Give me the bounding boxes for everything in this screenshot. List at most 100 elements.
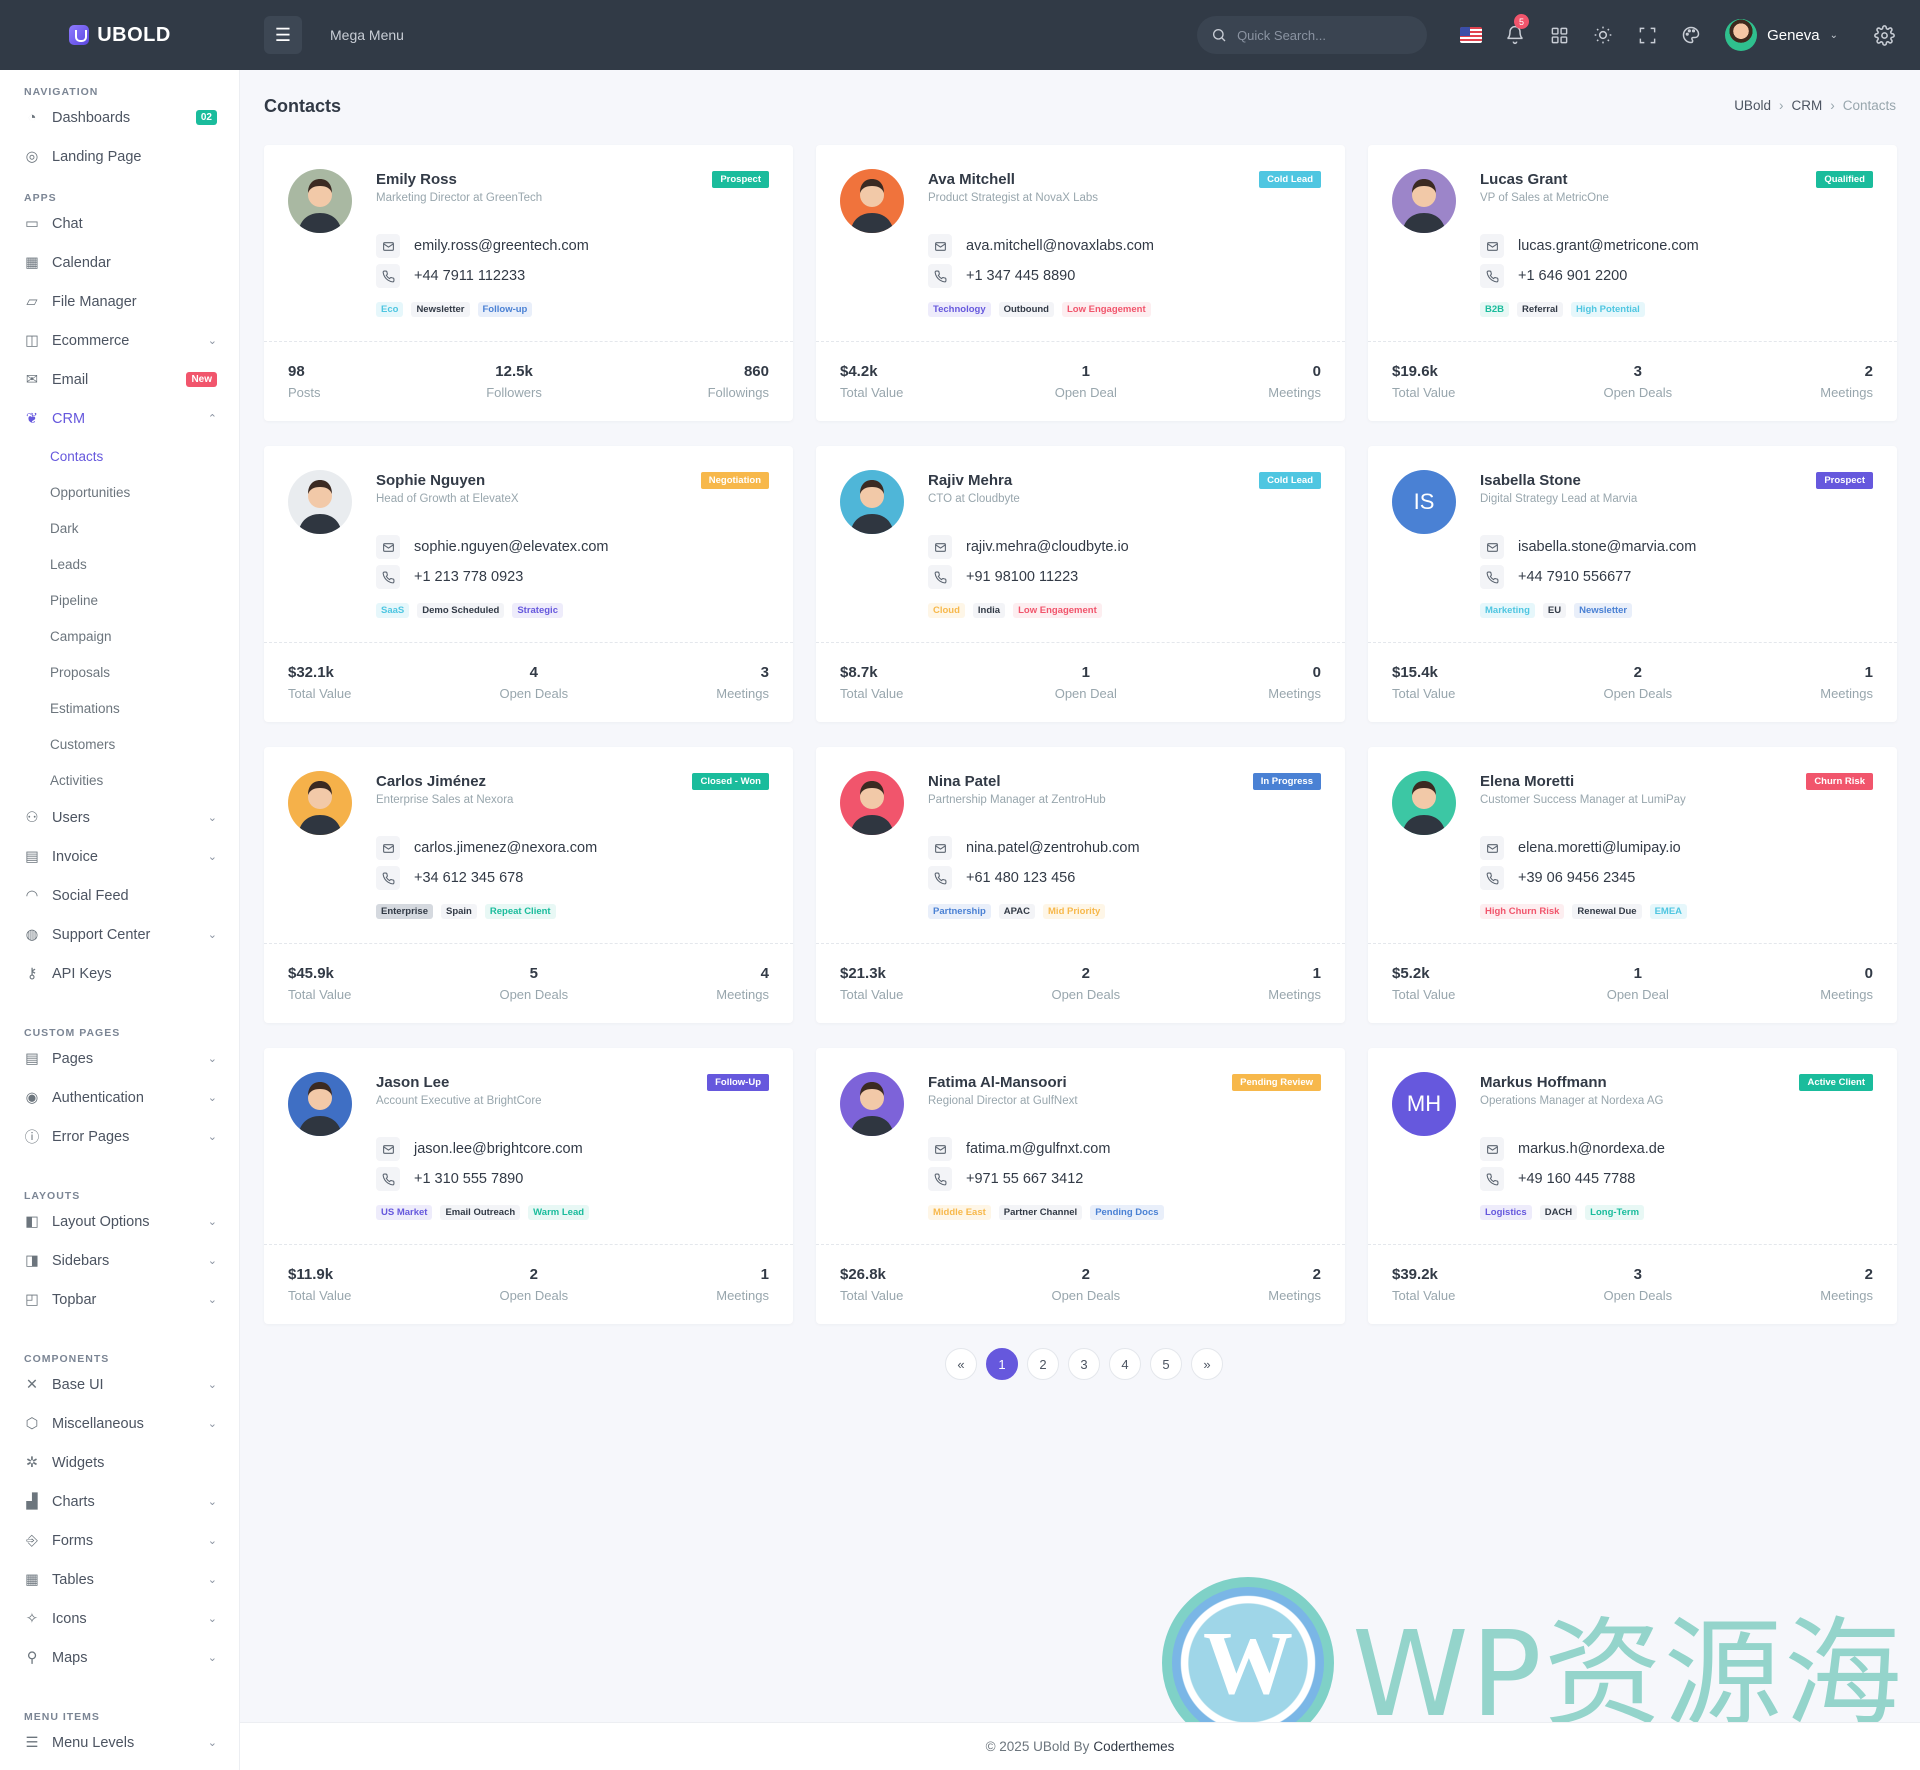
apps-button[interactable] xyxy=(1537,0,1581,70)
search-input[interactable] xyxy=(1237,27,1408,43)
contact-name[interactable]: Jason Lee xyxy=(376,1074,449,1091)
contact-name[interactable]: Isabella Stone xyxy=(1480,472,1581,489)
pagination-prev-button[interactable]: « xyxy=(945,1348,977,1380)
contact-email[interactable]: elena.moretti@lumipay.io xyxy=(1518,840,1681,856)
crm-subitem-pipeline[interactable]: Pipeline xyxy=(0,582,239,618)
sidebar-item-invoice[interactable]: ▤ Invoice ⌄ xyxy=(0,837,239,876)
contact-avatar[interactable] xyxy=(288,1072,352,1136)
contact-phone[interactable]: +44 7911 112233 xyxy=(414,268,525,284)
contact-avatar[interactable] xyxy=(840,771,904,835)
contact-email[interactable]: rajiv.mehra@cloudbyte.io xyxy=(966,539,1129,555)
sidebar-item-forms[interactable]: ⎆ Forms ⌄ xyxy=(0,1521,239,1560)
contact-email[interactable]: ava.mitchell@novaxlabs.com xyxy=(966,238,1154,254)
contact-email[interactable]: nina.patel@zentrohub.com xyxy=(966,840,1140,856)
contact-email[interactable]: carlos.jimenez@nexora.com xyxy=(414,840,597,856)
contact-email[interactable]: markus.h@nordexa.de xyxy=(1518,1141,1665,1157)
sidebar-item-chat[interactable]: ▭ Chat xyxy=(0,204,239,243)
crm-subitem-contacts[interactable]: Contacts xyxy=(0,438,239,474)
contact-phone[interactable]: +91 98100 11223 xyxy=(966,569,1078,585)
sidebar-item-layout-options[interactable]: ◧ Layout Options ⌄ xyxy=(0,1202,239,1241)
contact-name[interactable]: Emily Ross xyxy=(376,171,457,188)
crm-subitem-opportunities[interactable]: Opportunities xyxy=(0,474,239,510)
contact-phone[interactable]: +39 06 9456 2345 xyxy=(1518,870,1635,886)
palette-button[interactable] xyxy=(1669,0,1713,70)
sidebar-item-charts[interactable]: ▟ Charts ⌄ xyxy=(0,1482,239,1521)
contact-avatar[interactable] xyxy=(840,169,904,233)
contact-avatar[interactable]: MH xyxy=(1392,1072,1456,1136)
crm-subitem-leads[interactable]: Leads xyxy=(0,546,239,582)
fullscreen-button[interactable] xyxy=(1625,0,1669,70)
breadcrumb-crm[interactable]: CRM xyxy=(1791,98,1822,113)
sidebar-item-sidebars[interactable]: ◨ Sidebars ⌄ xyxy=(0,1241,239,1280)
contact-phone[interactable]: +1 213 778 0923 xyxy=(414,569,523,585)
contact-avatar[interactable] xyxy=(840,1072,904,1136)
sidebar-item-maps[interactable]: ⚲ Maps ⌄ xyxy=(0,1638,239,1677)
pagination-page-5[interactable]: 5 xyxy=(1150,1348,1182,1380)
sidebar-item-users[interactable]: ⚇ Users ⌄ xyxy=(0,798,239,837)
contact-name[interactable]: Fatima Al-Mansoori xyxy=(928,1074,1067,1091)
contact-phone[interactable]: +44 7910 556677 xyxy=(1518,569,1631,585)
contact-name[interactable]: Elena Moretti xyxy=(1480,773,1574,790)
contact-phone[interactable]: +1 347 445 8890 xyxy=(966,268,1075,284)
sidebar-item-pages[interactable]: ▤ Pages ⌄ xyxy=(0,1039,239,1078)
footer-author-link[interactable]: Coderthemes xyxy=(1093,1739,1174,1754)
contact-name[interactable]: Nina Patel xyxy=(928,773,1001,790)
contact-name[interactable]: Lucas Grant xyxy=(1480,171,1568,188)
contact-name[interactable]: Ava Mitchell xyxy=(928,171,1015,188)
contact-phone[interactable]: +1 646 901 2200 xyxy=(1518,268,1627,284)
crm-subitem-proposals[interactable]: Proposals xyxy=(0,654,239,690)
crm-subitem-customers[interactable]: Customers xyxy=(0,726,239,762)
pagination-page-1[interactable]: 1 xyxy=(986,1348,1018,1380)
sidebar-item-base-ui[interactable]: ✕ Base UI ⌄ xyxy=(0,1365,239,1404)
contact-name[interactable]: Sophie Nguyen xyxy=(376,472,485,489)
contact-phone[interactable]: +49 160 445 7788 xyxy=(1518,1171,1635,1187)
settings-button[interactable] xyxy=(1862,0,1906,70)
crm-subitem-estimations[interactable]: Estimations xyxy=(0,690,239,726)
sidebar-item-ecommerce[interactable]: ◫ Ecommerce ⌄ xyxy=(0,321,239,360)
contact-email[interactable]: jason.lee@brightcore.com xyxy=(414,1141,583,1157)
contact-avatar[interactable] xyxy=(288,771,352,835)
contact-name[interactable]: Markus Hoffmann xyxy=(1480,1074,1607,1091)
breadcrumb-ubold[interactable]: UBold xyxy=(1734,98,1771,113)
menu-toggle-button[interactable]: ☰ xyxy=(264,16,302,54)
pagination-page-3[interactable]: 3 xyxy=(1068,1348,1100,1380)
pagination-page-4[interactable]: 4 xyxy=(1109,1348,1141,1380)
contact-email[interactable]: lucas.grant@metricone.com xyxy=(1518,238,1699,254)
brand-logo[interactable]: UBOLD xyxy=(0,0,240,70)
sidebar-item-menu-levels[interactable]: ☰ Menu Levels ⌄ xyxy=(0,1723,239,1762)
contact-phone[interactable]: +34 612 345 678 xyxy=(414,870,523,886)
contact-avatar[interactable] xyxy=(288,169,352,233)
contact-name[interactable]: Carlos Jiménez xyxy=(376,773,486,790)
sidebar-item-social-feed[interactable]: ◠ Social Feed xyxy=(0,876,239,915)
language-selector[interactable] xyxy=(1449,0,1493,70)
sidebar-item-support-center[interactable]: ◍ Support Center ⌄ xyxy=(0,915,239,954)
sidebar-item-tables[interactable]: ▦ Tables ⌄ xyxy=(0,1560,239,1599)
contact-avatar[interactable] xyxy=(840,470,904,534)
contact-email[interactable]: fatima.m@gulfnxt.com xyxy=(966,1141,1110,1157)
contact-phone[interactable]: +1 310 555 7890 xyxy=(414,1171,523,1187)
sidebar-item-crm[interactable]: ❦ CRM ⌃ xyxy=(0,399,239,438)
contact-avatar[interactable]: IS xyxy=(1392,470,1456,534)
contact-email[interactable]: isabella.stone@marvia.com xyxy=(1518,539,1696,555)
sidebar-item-file-manager[interactable]: ▱ File Manager xyxy=(0,282,239,321)
user-menu[interactable]: Geneva ⌄ xyxy=(1725,19,1838,51)
notifications-button[interactable]: 5 xyxy=(1493,0,1537,70)
theme-toggle-button[interactable] xyxy=(1581,0,1625,70)
contact-avatar[interactable] xyxy=(1392,169,1456,233)
sidebar-item-dashboards[interactable]: ◔ Dashboards 02 xyxy=(0,98,239,137)
sidebar-item-calendar[interactable]: ▦ Calendar xyxy=(0,243,239,282)
crm-subitem-dark[interactable]: Dark xyxy=(0,510,239,546)
sidebar-item-api-keys[interactable]: ⚷ API Keys xyxy=(0,954,239,993)
crm-subitem-activities[interactable]: Activities xyxy=(0,762,239,798)
contact-name[interactable]: Rajiv Mehra xyxy=(928,472,1012,489)
sidebar-item-email[interactable]: ✉ Email New xyxy=(0,360,239,399)
quick-search[interactable] xyxy=(1197,16,1428,54)
sidebar-item-error-pages[interactable]: ⓘ Error Pages ⌄ xyxy=(0,1117,239,1156)
contact-phone[interactable]: +971 55 667 3412 xyxy=(966,1171,1083,1187)
sidebar-item-topbar[interactable]: ◰ Topbar ⌄ xyxy=(0,1280,239,1319)
sidebar-item-miscellaneous[interactable]: ⬡ Miscellaneous ⌄ xyxy=(0,1404,239,1443)
contact-email[interactable]: emily.ross@greentech.com xyxy=(414,238,589,254)
contact-avatar[interactable] xyxy=(1392,771,1456,835)
sidebar-item-landing[interactable]: ◎ Landing Page xyxy=(0,137,239,176)
sidebar-item-icons[interactable]: ✧ Icons ⌄ xyxy=(0,1599,239,1638)
